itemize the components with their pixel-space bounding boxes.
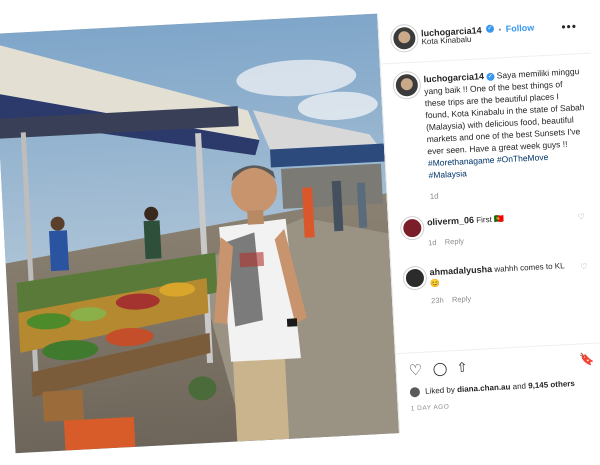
caption-age: 1d bbox=[429, 191, 439, 202]
like-icon[interactable]: ♡ bbox=[408, 361, 422, 380]
liker-avatar bbox=[409, 386, 421, 398]
comment-text: First 🇵🇹 bbox=[476, 214, 505, 225]
caption-avatar[interactable] bbox=[393, 71, 421, 99]
location-link[interactable]: Kota Kinabalu bbox=[421, 35, 471, 47]
verified-badge-icon: ✓ bbox=[485, 24, 495, 33]
comment-username[interactable]: ahmadalyusha bbox=[429, 264, 492, 277]
comment-meta: 23h Reply bbox=[431, 294, 471, 305]
comment-text-block: ahmadalyusha wahhh comes to KL 😊 bbox=[429, 260, 570, 289]
caption-block: luchogarcia14 ✓ Saya memiliki minggu yan… bbox=[393, 63, 585, 201]
header-separator: • bbox=[498, 25, 502, 35]
likes-prefix: Liked by bbox=[424, 385, 456, 396]
likes-user[interactable]: diana.chan.au bbox=[457, 382, 511, 394]
instagram-post: luchogarcia14 ✓ • Follow Kota Kinabalu •… bbox=[0, 0, 600, 465]
author-avatar[interactable] bbox=[390, 24, 419, 52]
post-header: luchogarcia14 ✓ • Follow Kota Kinabalu •… bbox=[378, 2, 591, 65]
verified-badge-icon: ✓ bbox=[486, 72, 495, 81]
post-sidebar: luchogarcia14 ✓ • Follow Kota Kinabalu •… bbox=[377, 2, 600, 435]
commenter-avatar[interactable] bbox=[403, 266, 427, 290]
comment-reply-button[interactable]: Reply bbox=[445, 236, 465, 246]
caption-hashtags[interactable]: #Morethanagame #OnTheMove #Malaysia bbox=[428, 152, 549, 180]
caption-username[interactable]: luchogarcia14 bbox=[423, 71, 484, 84]
comment-icon[interactable]: ◯ bbox=[432, 360, 447, 377]
likes-connector: and bbox=[512, 381, 527, 392]
comment-text-block: oliverm_06 First 🇵🇹 bbox=[427, 210, 567, 228]
post-photo[interactable] bbox=[0, 13, 400, 454]
comment-age: 23h bbox=[430, 295, 444, 306]
market-scene bbox=[0, 13, 400, 454]
more-options-icon[interactable]: ••• bbox=[561, 19, 577, 34]
post-timestamp: 1 DAY AGO bbox=[410, 403, 450, 413]
comment-item: oliverm_06 First 🇵🇹 ♡ 1d Reply bbox=[400, 208, 593, 254]
comment-username[interactable]: oliverm_06 bbox=[427, 215, 474, 227]
save-icon[interactable]: 🔖 bbox=[579, 352, 595, 367]
commenter-avatar[interactable] bbox=[400, 216, 424, 240]
comment-reply-button[interactable]: Reply bbox=[452, 294, 472, 304]
comment-meta: 1d Reply bbox=[428, 236, 464, 247]
likes-others[interactable]: 9,145 others bbox=[528, 379, 575, 390]
caption-text-block: luchogarcia14 ✓ Saya memiliki minggu yan… bbox=[423, 65, 590, 203]
post-actions: ♡ ◯ ⇧ 🔖 Liked by diana.chan.au and 9,145… bbox=[395, 342, 600, 435]
comment-age: 1d bbox=[427, 237, 437, 248]
comment-item: ahmadalyusha wahhh comes to KL 😊 ♡ 23h R… bbox=[403, 258, 595, 318]
comment-like-icon[interactable]: ♡ bbox=[578, 212, 586, 221]
follow-button[interactable]: Follow bbox=[505, 22, 534, 33]
share-icon[interactable]: ⇧ bbox=[456, 359, 468, 376]
likes-summary: Liked by diana.chan.au and 9,145 others bbox=[409, 379, 575, 398]
comment-like-icon[interactable]: ♡ bbox=[580, 262, 588, 271]
